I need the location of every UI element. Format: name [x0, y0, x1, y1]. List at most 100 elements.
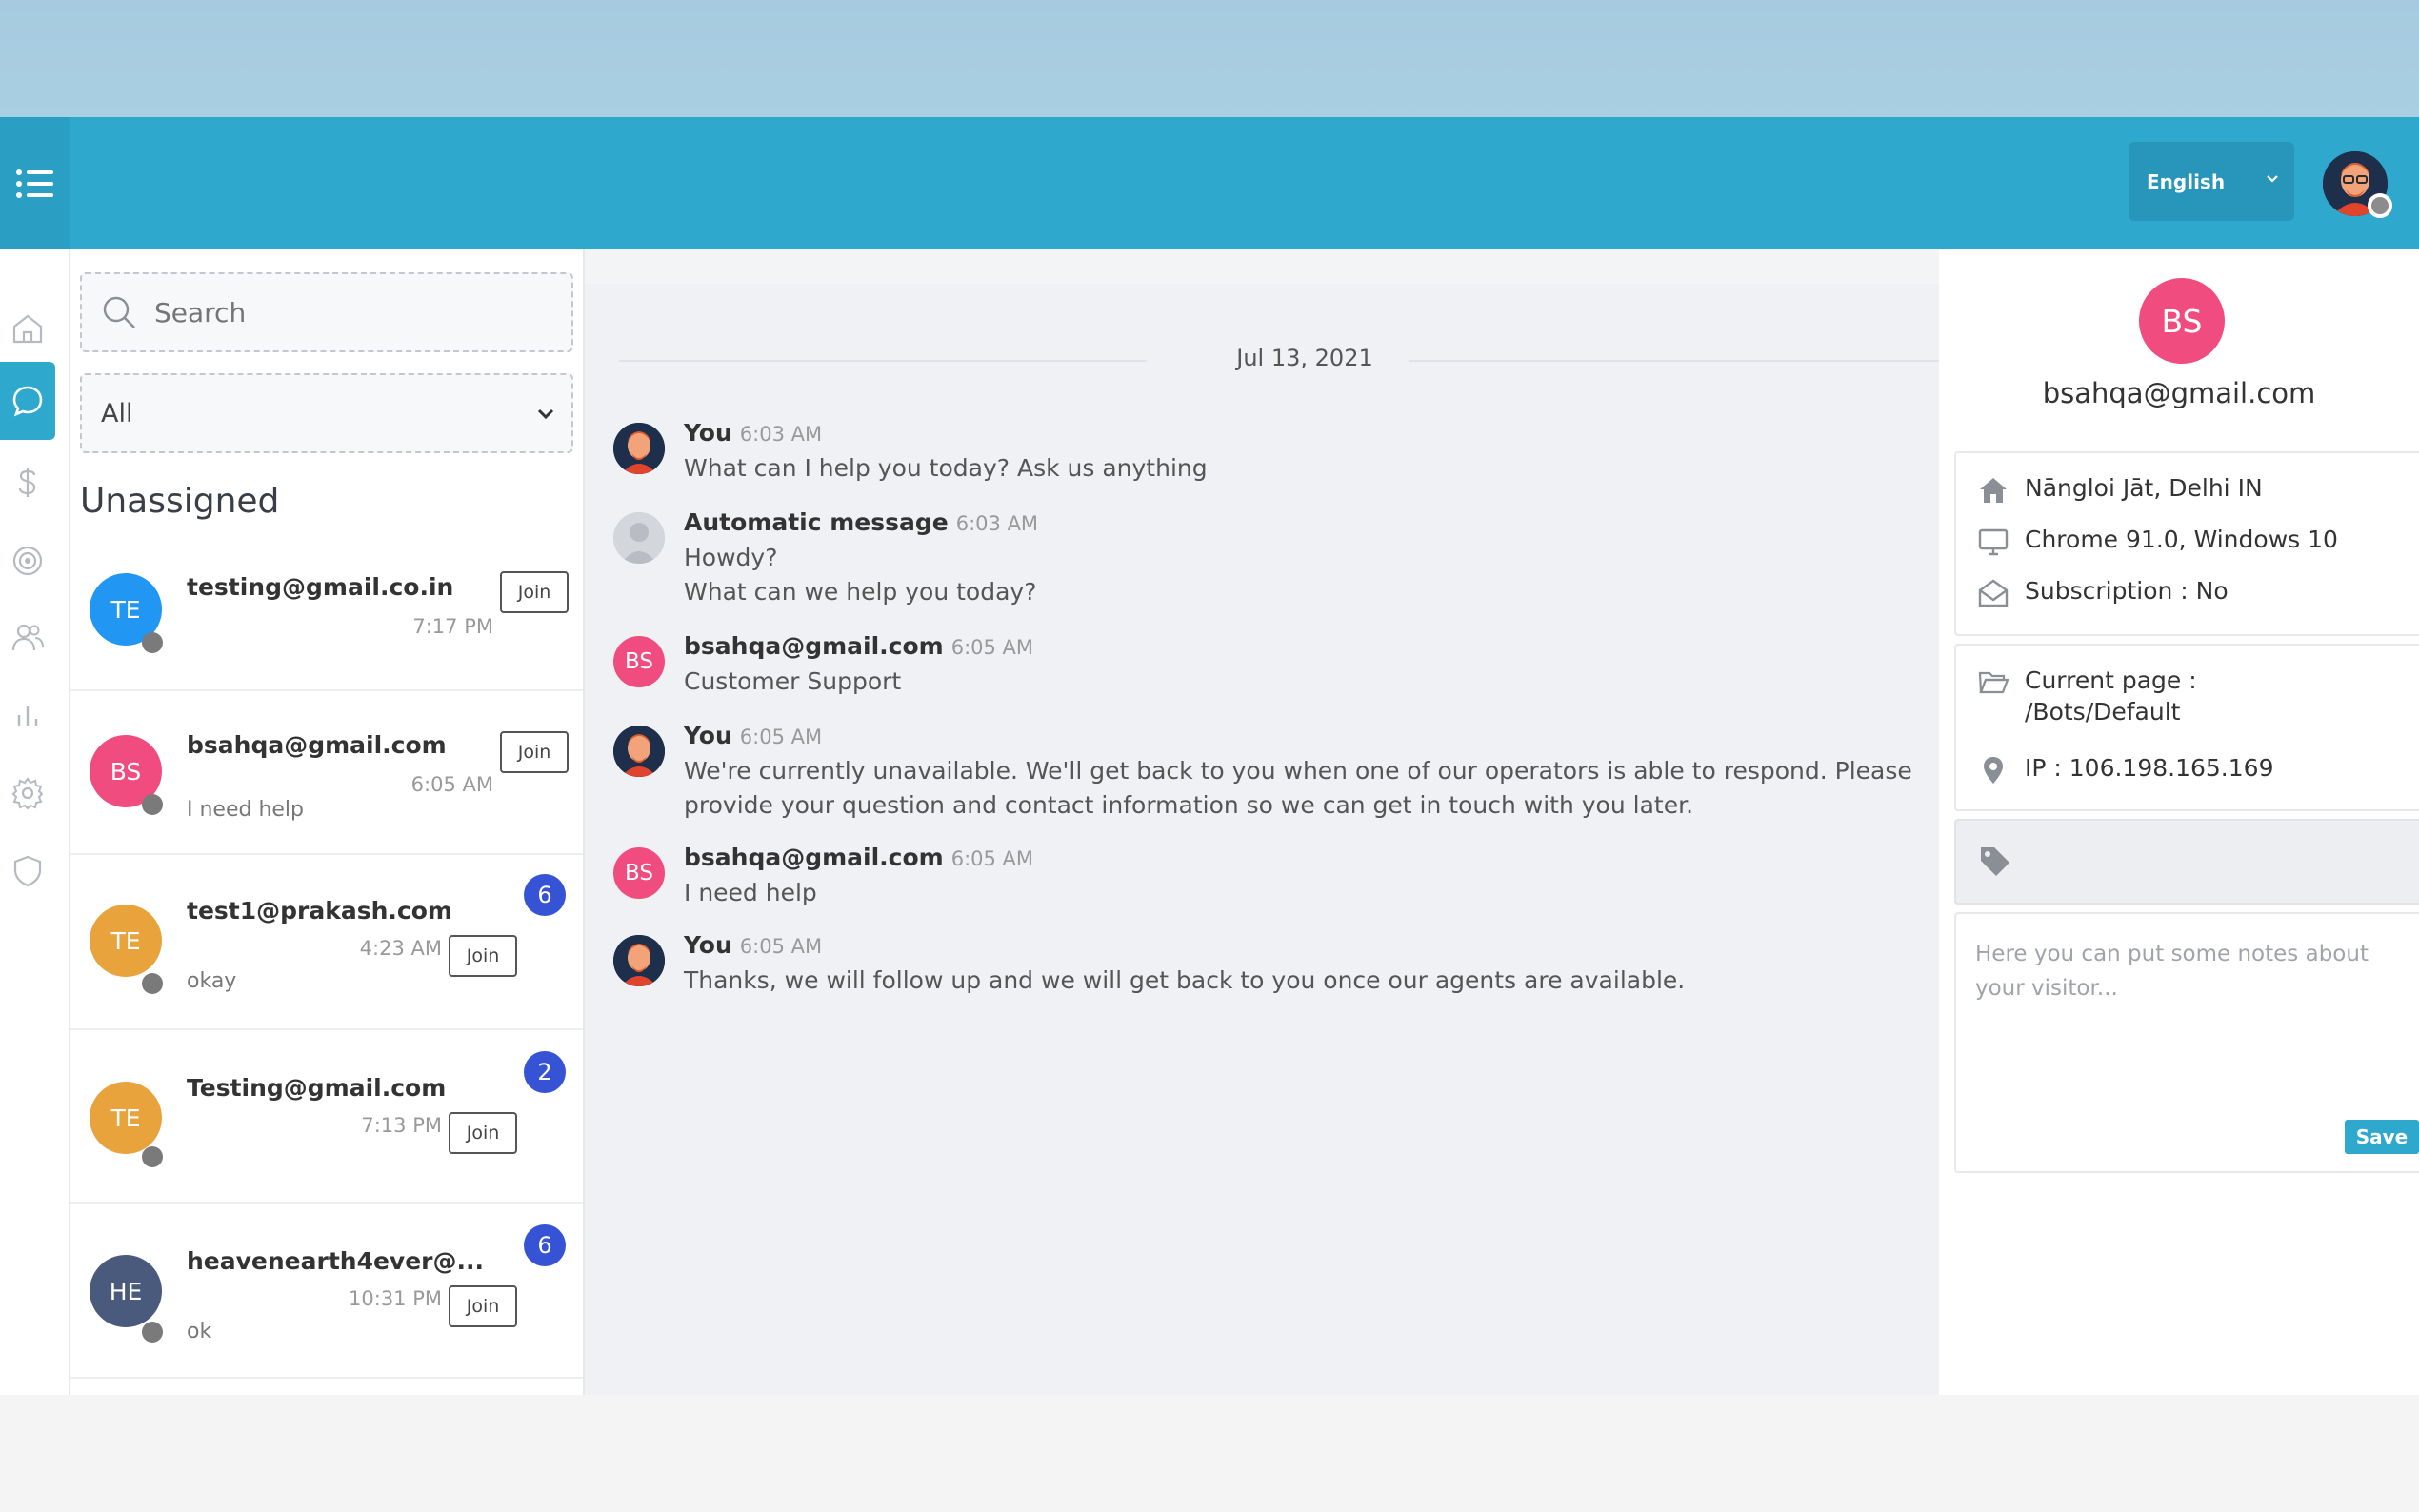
- ip-text: IP : 106.198.165.169: [2025, 754, 2274, 782]
- person-placeholder-icon: [613, 512, 665, 564]
- conversation-item[interactable]: HE heavenearth4ever@... 10:31 PM ok 6 Jo…: [70, 1204, 583, 1379]
- sidebar-nav: [0, 249, 70, 1395]
- search-input[interactable]: [154, 296, 535, 328]
- agent-avatar: [613, 726, 665, 777]
- visitor-avatar: BS: [613, 636, 665, 687]
- tags-field[interactable]: [1954, 819, 2419, 905]
- current-page-value: /Bots/Default: [2025, 698, 2181, 726]
- conversation-time: 7:13 PM: [361, 1114, 442, 1137]
- list-menu-icon: [15, 169, 53, 198]
- current-page-label: Current page :: [2025, 666, 2197, 694]
- sender-name: You: [684, 419, 732, 447]
- sender-name: You: [684, 722, 732, 749]
- conversation-item[interactable]: BS bsahqa@gmail.com 6:05 AM I need help …: [70, 691, 583, 855]
- visitor-info-panel: BS bsahqa@gmail.com Nāngloi Jāt, Delhi I…: [1939, 249, 2419, 1395]
- section-title: Unassigned: [80, 482, 280, 521]
- sidebar-item-target[interactable]: [0, 522, 55, 600]
- sidebar-item-billing[interactable]: [0, 444, 55, 522]
- message-line: What can we help you today?: [684, 578, 1037, 606]
- chat-message: You 6:05 AM We're currently unavailable. …: [613, 722, 1928, 819]
- status-dot: [142, 973, 163, 994]
- message-time: 6:05 AM: [950, 847, 1034, 870]
- join-button[interactable]: Join: [500, 571, 569, 613]
- conversation-email: heavenearth4ever@...: [187, 1247, 484, 1275]
- conversation-email: Testing@gmail.com: [187, 1074, 447, 1102]
- date-label: Jul 13, 2021: [1236, 345, 1373, 371]
- avatar-face-icon: [613, 935, 665, 986]
- conversation-preview: okay: [187, 969, 237, 993]
- message-line: Thanks, we will follow up and we will ge…: [684, 966, 1686, 994]
- background-sky: [0, 0, 2419, 117]
- avatar: TE: [90, 905, 162, 977]
- search-box[interactable]: [80, 272, 573, 352]
- message-body: We're currently unavailable. We'll get b…: [684, 754, 1922, 823]
- current-page-row: Current page : /Bots/Default: [1977, 666, 2197, 726]
- user-status-dot: [2368, 193, 2392, 218]
- home-icon: [12, 314, 43, 344]
- join-button[interactable]: Join: [449, 1285, 517, 1327]
- top-header: English: [0, 117, 2419, 249]
- join-button[interactable]: Join: [500, 731, 569, 773]
- join-button[interactable]: Join: [449, 1112, 517, 1154]
- message-time: 6:05 AM: [739, 935, 823, 958]
- visitor-notes-card: Save: [1954, 912, 2419, 1173]
- message-time: 6:05 AM: [739, 726, 823, 748]
- message-time: 6:03 AM: [739, 423, 823, 446]
- sender-name: bsahqa@gmail.com: [684, 844, 944, 871]
- chat-message: You 6:05 AM Thanks, we will follow up and…: [613, 931, 1928, 998]
- sender-name: bsahqa@gmail.com: [684, 632, 944, 660]
- language-select[interactable]: English: [2129, 142, 2294, 221]
- conversation-item[interactable]: TE Testing@gmail.com 7:13 PM 2 Join: [70, 1030, 583, 1204]
- message-header: bsahqa@gmail.com 6:05 AM: [684, 632, 1033, 660]
- date-separator: Jul 13, 2021: [619, 345, 1943, 371]
- chat-message: BS bsahqa@gmail.com 6:05 AM Customer Supp…: [613, 632, 1928, 699]
- conversation-preview: I need help: [187, 798, 305, 822]
- gear-icon: [11, 777, 44, 810]
- avatar-face-icon: [613, 423, 665, 474]
- sender-name: You: [684, 931, 732, 959]
- message-header: You 6:03 AM: [684, 419, 822, 447]
- sidebar-item-settings[interactable]: [0, 754, 55, 832]
- sidebar-item-users[interactable]: [0, 598, 55, 676]
- sender-name: Automatic message: [684, 508, 949, 536]
- message-line: What can I help you today? Ask us anythi…: [684, 454, 1208, 482]
- home-icon: [1980, 478, 2007, 503]
- notes-textarea[interactable]: [1975, 937, 2413, 1089]
- message-body: Customer Support: [684, 665, 1922, 699]
- conversation-preview: ok: [187, 1320, 212, 1343]
- message-time: 6:05 AM: [950, 636, 1034, 659]
- separator-line: [619, 360, 1147, 362]
- dollar-icon: [18, 468, 36, 497]
- conversation-item[interactable]: TE test1@prakash.com 4:23 AM okay 6 Join: [70, 855, 583, 1030]
- chat-bubble-icon: [12, 386, 43, 417]
- conversation-item[interactable]: TE testing@gmail.co.in 7:17 PM Join: [70, 545, 583, 691]
- bar-chart-icon: [17, 706, 38, 726]
- shield-icon: [13, 855, 42, 887]
- conversation-filter-select[interactable]: All: [80, 373, 573, 453]
- sidebar-item-reports[interactable]: [0, 676, 55, 754]
- language-label: English: [2147, 169, 2226, 193]
- agent-avatar: [613, 935, 665, 986]
- chat-message: You 6:03 AM What can I help you today? As…: [613, 419, 1928, 486]
- unread-badge: 6: [524, 874, 566, 916]
- envelope-open-icon: [1978, 579, 2009, 607]
- sidebar-item-security[interactable]: [0, 832, 55, 910]
- chevron-down-icon: [537, 408, 554, 420]
- message-header: bsahqa@gmail.com 6:05 AM: [684, 844, 1033, 871]
- conversation-email: test1@prakash.com: [187, 897, 452, 925]
- subscription-row: Subscription : No: [1977, 577, 2229, 609]
- save-button[interactable]: Save: [2345, 1120, 2419, 1154]
- message-time: 6:03 AM: [955, 512, 1039, 535]
- message-line: Howdy?: [684, 544, 778, 571]
- conversation-email: bsahqa@gmail.com: [187, 731, 447, 759]
- join-button[interactable]: Join: [449, 935, 517, 977]
- browser-row: Chrome 91.0, Windows 10: [1977, 526, 2338, 558]
- status-dot: [142, 1322, 163, 1343]
- menu-toggle-button[interactable]: [0, 117, 70, 249]
- unread-badge: 2: [524, 1051, 566, 1093]
- sidebar-item-home[interactable]: [0, 289, 55, 368]
- avatar-face-icon: [613, 726, 665, 777]
- users-icon: [11, 624, 44, 651]
- sidebar-item-chat[interactable]: [0, 362, 55, 440]
- message-body: I need help: [684, 876, 1922, 910]
